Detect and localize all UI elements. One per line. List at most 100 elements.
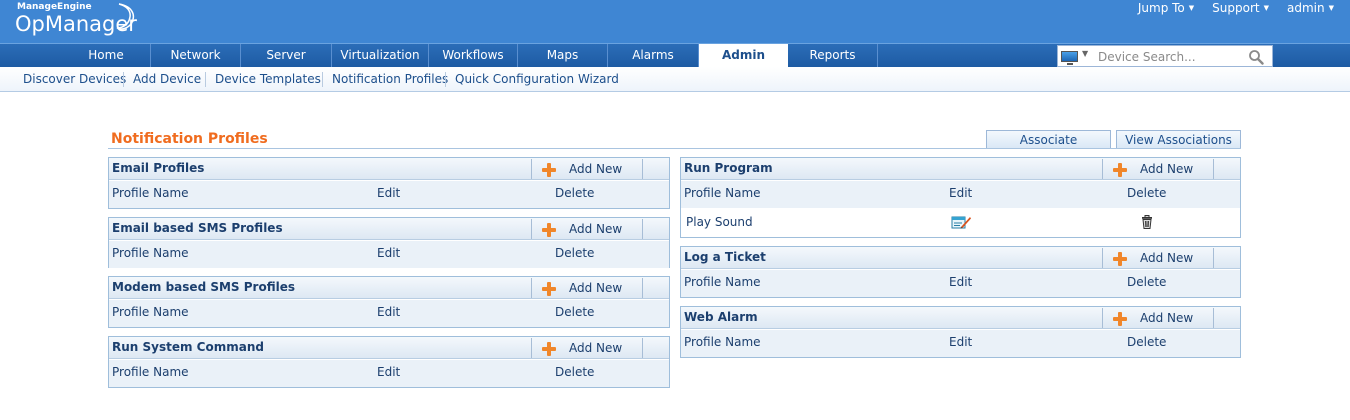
add-new-button[interactable]: Add New <box>531 338 643 358</box>
panel-header: Modem based SMS Profiles Add New <box>109 277 669 299</box>
panel-email-sms-profiles: Email based SMS Profiles Add New Profile… <box>108 217 670 268</box>
view-associations-button[interactable]: View Associations <box>1116 130 1241 149</box>
panel-header: Web Alarm Add New <box>681 307 1240 329</box>
column-header-row: Profile Name Edit Delete <box>109 360 669 387</box>
add-new-label: Add New <box>1140 311 1194 325</box>
panel-header: Run System Command Add New <box>109 337 669 359</box>
chevron-down-icon[interactable]: ▼ <box>1082 49 1088 58</box>
app-logo[interactable]: ManageEngine OpManager <box>15 2 137 36</box>
panel-header: Email based SMS Profiles Add New <box>109 218 669 240</box>
subnav-notification-profiles[interactable]: Notification Profiles <box>332 67 448 92</box>
add-new-button[interactable]: Add New <box>1102 248 1214 268</box>
profile-name-cell[interactable]: Play Sound <box>686 215 753 229</box>
col-delete: Delete <box>1127 186 1167 200</box>
chevron-down-icon: ▼ <box>1188 4 1195 12</box>
col-profile-name: Profile Name <box>684 335 761 349</box>
subnav-discover-devices[interactable]: Discover Devices <box>23 67 126 92</box>
subnav-device-templates[interactable]: Device Templates <box>215 67 321 92</box>
user-menu[interactable]: admin ▼ <box>1287 1 1334 15</box>
add-new-button[interactable]: Add New <box>531 159 643 179</box>
tab-home[interactable]: Home <box>62 44 151 67</box>
col-delete: Delete <box>1127 275 1167 289</box>
column-header-row: Profile Name Edit Delete <box>681 181 1240 208</box>
tab-server[interactable]: Server <box>241 44 332 67</box>
column-header-row: Profile Name Edit Delete <box>681 270 1240 297</box>
add-new-button[interactable]: Add New <box>531 219 643 239</box>
support-menu[interactable]: Support ▼ <box>1212 1 1269 15</box>
panel-title: Email based SMS Profiles <box>112 221 283 235</box>
plus-icon <box>1113 312 1127 326</box>
add-new-button[interactable]: Add New <box>1102 159 1214 179</box>
col-delete: Delete <box>555 365 595 379</box>
associate-button[interactable]: Associate <box>986 130 1111 149</box>
panel-header: Log a Ticket Add New <box>681 247 1240 269</box>
plus-icon <box>1113 252 1127 266</box>
col-profile-name: Profile Name <box>684 186 761 200</box>
tab-workflows[interactable]: Workflows <box>429 44 518 67</box>
panel-web-alarm: Web Alarm Add New Profile Name Edit Dele… <box>680 306 1241 358</box>
add-new-button[interactable]: Add New <box>1102 308 1214 328</box>
panel-title: Modem based SMS Profiles <box>112 280 295 294</box>
support-label: Support <box>1212 1 1260 15</box>
plus-icon <box>542 282 556 296</box>
col-edit: Edit <box>377 365 401 379</box>
jump-to-label: Jump To <box>1137 1 1185 15</box>
col-profile-name: Profile Name <box>112 305 189 319</box>
plus-icon <box>542 163 556 177</box>
main-nav: Home Network Server Virtualization Workf… <box>0 43 1350 68</box>
add-new-label: Add New <box>1140 251 1194 265</box>
tab-maps[interactable]: Maps <box>518 44 608 67</box>
subnav-divider <box>205 72 206 87</box>
title-divider <box>108 148 1241 149</box>
col-edit: Edit <box>949 186 973 200</box>
chevron-down-icon: ▼ <box>1328 4 1334 12</box>
panel-log-a-ticket: Log a Ticket Add New Profile Name Edit D… <box>680 246 1241 298</box>
page-title: Notification Profiles <box>111 131 268 147</box>
search-icon[interactable] <box>1248 49 1264 65</box>
add-new-button[interactable]: Add New <box>531 278 643 298</box>
panel-title: Run Program <box>684 161 773 175</box>
tab-virtualization[interactable]: Virtualization <box>332 44 429 67</box>
tab-reports[interactable]: Reports <box>788 44 878 67</box>
col-profile-name: Profile Name <box>112 365 189 379</box>
tab-alarms[interactable]: Alarms <box>608 44 699 67</box>
add-new-label: Add New <box>569 281 623 295</box>
subnav-divider <box>322 72 323 87</box>
jump-to-menu[interactable]: Jump To ▼ <box>1138 1 1194 15</box>
col-profile-name: Profile Name <box>112 246 189 260</box>
col-profile-name: Profile Name <box>112 186 189 200</box>
col-delete: Delete <box>555 186 595 200</box>
subnav-divider <box>445 72 446 87</box>
tab-network[interactable]: Network <box>151 44 241 67</box>
table-row: Play Sound <box>681 208 1240 237</box>
panel-email-profiles: Email Profiles Add New Profile Name Edit… <box>108 157 670 209</box>
subnav-quick-config-wizard[interactable]: Quick Configuration Wizard <box>455 67 619 92</box>
device-search: ▼ <box>1057 45 1273 67</box>
col-edit: Edit <box>377 305 401 319</box>
app-header: ManageEngine OpManager Jump To ▼ Support ▼… <box>0 0 1350 43</box>
plus-icon <box>542 223 556 237</box>
col-delete: Delete <box>555 246 595 260</box>
panel-run-program: Run Program Add New Profile Name Edit De… <box>680 157 1241 238</box>
monitor-icon[interactable] <box>1061 51 1078 65</box>
col-delete: Delete <box>1127 335 1167 349</box>
col-edit: Edit <box>377 246 401 260</box>
col-edit: Edit <box>377 186 401 200</box>
add-new-label: Add New <box>569 222 623 236</box>
panel-title: Web Alarm <box>684 310 758 324</box>
device-search-input[interactable] <box>1098 48 1243 65</box>
top-links: Jump To ▼ Support ▼ admin ▼ <box>1138 1 1334 15</box>
edit-pencil-icon[interactable] <box>951 214 971 230</box>
panel-modem-sms-profiles: Modem based SMS Profiles Add New Profile… <box>108 276 670 328</box>
column-header-row: Profile Name Edit Delete <box>109 300 669 327</box>
trash-icon[interactable] <box>1141 215 1153 229</box>
tab-admin[interactable]: Admin <box>699 44 788 68</box>
subnav-divider <box>123 72 124 87</box>
col-delete: Delete <box>555 305 595 319</box>
admin-subnav: Discover Devices Add Device Device Templ… <box>0 67 1350 92</box>
column-header-row: Profile Name Edit Delete <box>109 241 669 268</box>
panel-run-system-command: Run System Command Add New Profile Name … <box>108 336 670 388</box>
panel-title: Run System Command <box>112 340 264 354</box>
subnav-add-device[interactable]: Add Device <box>133 67 201 92</box>
chevron-down-icon: ▼ <box>1263 4 1269 12</box>
